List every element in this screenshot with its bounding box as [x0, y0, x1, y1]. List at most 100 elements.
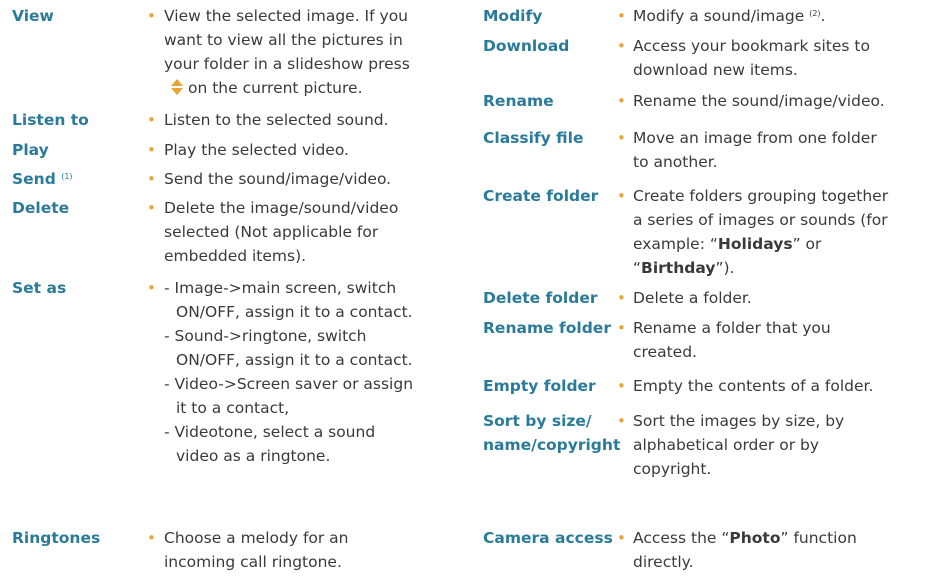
desc-line: Access the “Photo” function [633, 526, 937, 550]
desc-line: “Birthday”). [633, 256, 937, 280]
bullet: • [617, 7, 626, 25]
desc-text: ” or [792, 235, 822, 253]
desc-send: Send the sound/image/video. [164, 167, 465, 191]
bullet: • [147, 7, 156, 25]
desc-line: Rename the sound/image/video. [633, 92, 885, 110]
desc-line: Delete a folder. [633, 289, 752, 307]
desc-listen: Listen to the selected sound. [164, 108, 465, 132]
desc-line: - Sound->ringtone, switch [164, 327, 367, 345]
term-send: Send (1) [12, 167, 73, 191]
term-classify: Classify file [483, 129, 584, 147]
desc-line: Move an image from one folder [633, 129, 877, 147]
term-sort-line2: name/copyright [483, 436, 621, 454]
desc-classify: Move an image from one folder to another… [633, 126, 937, 174]
desc-line: ON/OFF, assign it to a contact. [176, 303, 413, 321]
bullet: • [617, 289, 626, 307]
desc-download: Access your bookmark sites to download n… [633, 34, 937, 82]
desc-line: download new items. [633, 61, 798, 79]
highlight-photo: Photo [729, 529, 781, 547]
bullet: • [147, 111, 156, 129]
bullet: • [617, 377, 626, 395]
bullet: • [617, 529, 626, 547]
term-modify: Modify [483, 7, 543, 25]
desc-line: Access your bookmark sites to [633, 37, 870, 55]
footnote-marker: (2) [809, 9, 821, 18]
desc-line: selected (Not applicable for [164, 223, 379, 241]
desc-line: incoming call ringtone. [164, 553, 342, 571]
desc-line: - Video->Screen saver or assign [164, 375, 414, 393]
desc-line: video as a ringtone. [176, 447, 331, 465]
bullet: • [617, 37, 626, 55]
desc-line: Listen to the selected sound. [164, 111, 389, 129]
term-listen: Listen to [12, 111, 89, 129]
desc-line: Rename a folder that you [633, 319, 831, 337]
term-sort-line1: Sort by size/ [483, 412, 592, 430]
bullet: • [147, 199, 156, 217]
term-empty-folder: Empty folder [483, 377, 596, 395]
desc-sort: Sort the images by size, by alphabetical… [633, 409, 937, 481]
desc-line: want to view all the pictures in [164, 31, 403, 49]
bullet: • [147, 141, 156, 159]
bullet: • [617, 187, 626, 205]
desc-line: your folder in a slideshow press [164, 55, 410, 73]
term-sort: Sort by size/name/copyright [483, 409, 620, 457]
term-play: Play [12, 141, 49, 159]
desc-ringtones: Choose a melody for an incoming call rin… [164, 526, 465, 574]
term-create-folder: Create folder [483, 187, 599, 205]
term-delete-folder: Delete folder [483, 289, 598, 307]
up-down-arrow-icon [171, 79, 183, 95]
desc-text: “ [633, 259, 642, 277]
desc-line: to another. [633, 153, 718, 171]
desc-line: Choose a melody for an [164, 529, 349, 547]
bullet: • [617, 92, 626, 110]
bullet: • [617, 412, 626, 430]
desc-line: example: “Holidays” or [633, 232, 937, 256]
desc-line: Modify a sound/image (2). [633, 4, 937, 28]
desc-empty-folder: Empty the contents of a folder. [633, 374, 937, 398]
desc-text: ”). [715, 259, 735, 277]
highlight-holidays: Holidays [717, 235, 793, 253]
term-delete: Delete [12, 199, 70, 217]
desc-line: a series of images or sounds (for [633, 211, 888, 229]
desc-line: Sort the images by size, by [633, 412, 845, 430]
desc-line: alphabetical order or by [633, 436, 820, 454]
desc-create-folder: Create folders grouping together a serie… [633, 184, 937, 280]
desc-line: - Videotone, select a sound [164, 423, 376, 441]
desc-line: Empty the contents of a folder. [633, 377, 874, 395]
desc-line: copyright. [633, 460, 712, 478]
desc-line-text: on the current picture. [188, 79, 363, 97]
term-setas: Set as [12, 279, 67, 297]
desc-text: example: “ [633, 235, 718, 253]
desc-line: - Image->main screen, switch [164, 279, 397, 297]
term-download: Download [483, 37, 570, 55]
desc-line: created. [633, 343, 697, 361]
bullet: • [147, 279, 156, 297]
highlight-birthday: Birthday [641, 259, 716, 277]
bullet: • [147, 170, 156, 188]
desc-line-tail: . [820, 7, 826, 25]
desc-text: ” function [780, 529, 857, 547]
desc-text: Access the “ [633, 529, 730, 547]
desc-line: Create folders grouping together [633, 187, 889, 205]
term-send-text: Send [12, 170, 56, 188]
desc-play: Play the selected video. [164, 138, 465, 162]
desc-line-text: Modify a sound/image [633, 7, 805, 25]
term-rename: Rename [483, 92, 554, 110]
desc-line: it to a contact, [176, 399, 290, 417]
desc-line: directly. [633, 553, 694, 571]
footnote-marker: (1) [61, 172, 73, 181]
term-ringtones: Ringtones [12, 529, 101, 547]
bullet: • [147, 529, 156, 547]
desc-line: Delete the image/sound/video [164, 199, 399, 217]
bullet: • [617, 319, 626, 337]
desc-delete: Delete the image/sound/video selected (N… [164, 196, 465, 268]
desc-rename: Rename the sound/image/video. [633, 89, 937, 113]
desc-line: ON/OFF, assign it to a contact. [176, 351, 413, 369]
desc-modify: Modify a sound/image (2). [633, 4, 937, 28]
term-rename-folder: Rename folder [483, 319, 611, 337]
desc-line: Send the sound/image/video. [164, 170, 392, 188]
desc-rename-folder: Rename a folder that you created. [633, 316, 937, 364]
desc-view: View the selected image. If you want to … [164, 4, 465, 100]
desc-line: Play the selected video. [164, 141, 349, 159]
term-view: View [12, 7, 54, 25]
